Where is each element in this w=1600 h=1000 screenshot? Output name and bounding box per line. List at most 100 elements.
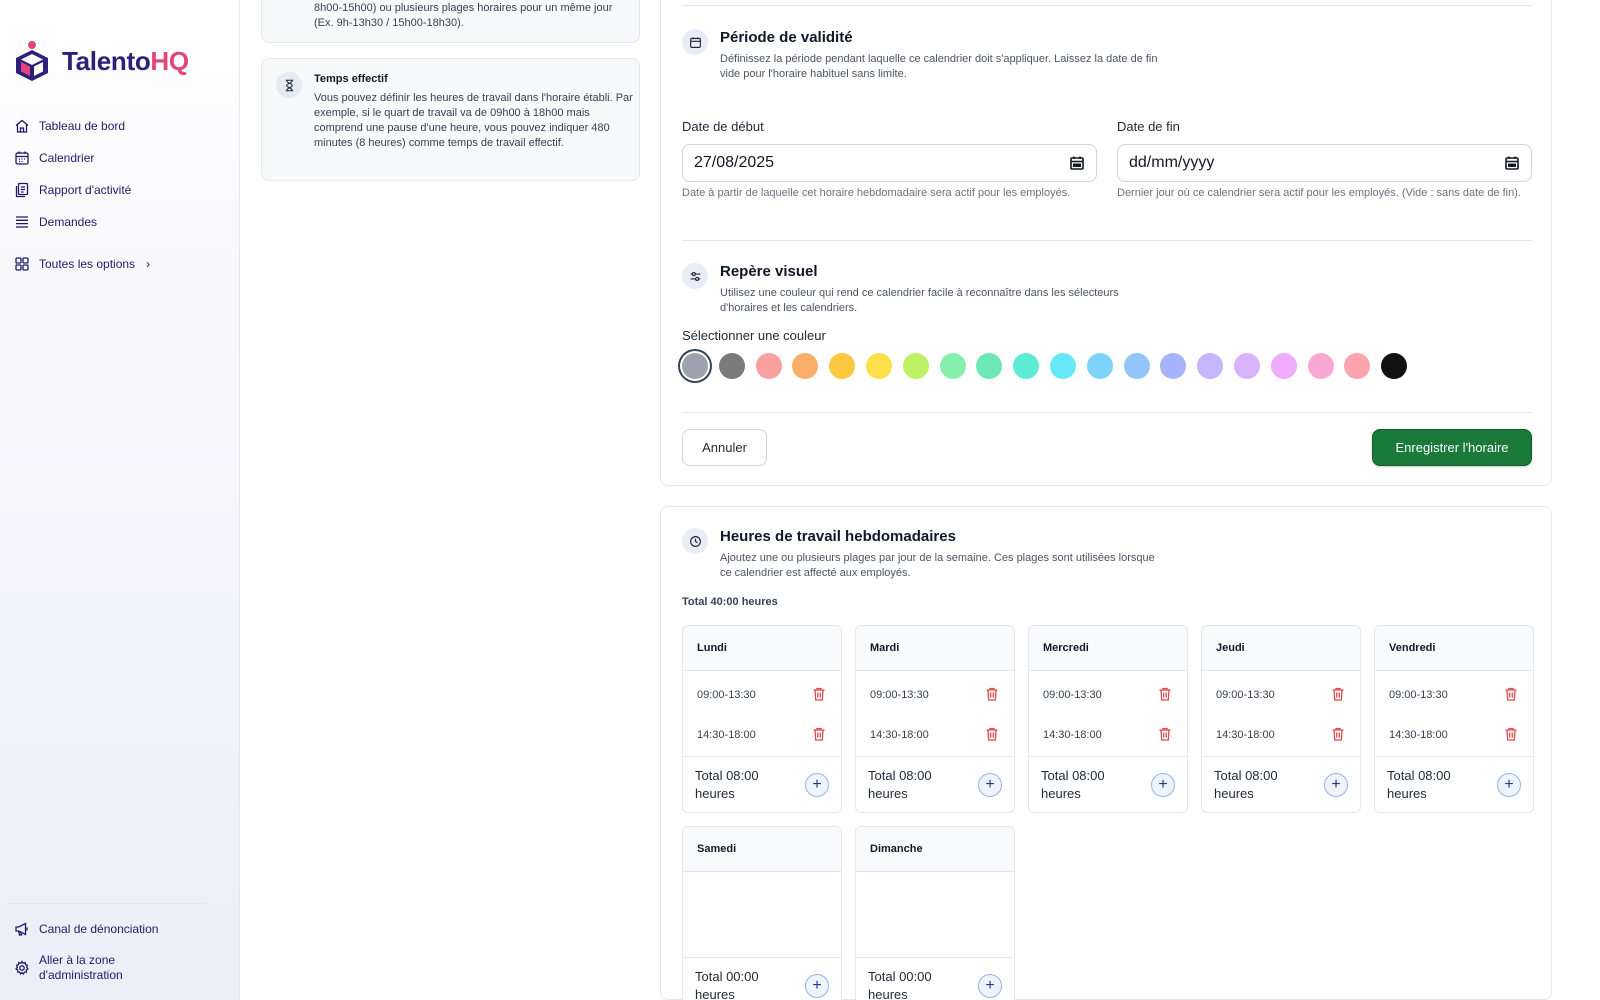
color-swatch[interactable] [792,353,819,379]
color-swatch[interactable] [1233,353,1260,379]
day-total: Total 08:00 heures [1041,768,1105,801]
color-swatch[interactable] [976,353,1003,379]
delete-slot-icon[interactable] [1330,726,1346,742]
day-footer: Total 08:00 heures + [1375,757,1533,812]
color-swatch[interactable] [1123,353,1150,379]
time-slot: 14:30-18:00 [1389,729,1448,741]
add-slot-button[interactable]: + [805,974,829,998]
save-schedule-button[interactable]: Enregistrer l'horaire [1372,429,1532,466]
calendar-icon [15,151,29,165]
add-slot-button[interactable]: + [1497,773,1521,797]
add-slot-button[interactable]: + [1324,773,1348,797]
delete-slot-icon[interactable] [811,686,827,702]
delete-slot-icon[interactable] [811,726,827,742]
color-swatch[interactable] [1197,353,1224,379]
day-slots: 09:00-13:30 14:30-18:00 [683,671,841,757]
info-title: Temps effectif [314,73,388,85]
end-date-input[interactable]: dd/mm/yyyy [1117,144,1532,182]
color-swatch[interactable] [1344,353,1371,379]
day-name: Jeudi [1202,626,1360,671]
color-swatch[interactable] [1160,353,1187,379]
section-divider [682,412,1532,413]
logo-cube-icon [16,41,48,81]
add-slot-button[interactable]: + [978,773,1002,797]
section-title-weekly: Heures de travail hebdomadaires [720,528,956,545]
brand-logo[interactable]: TalentoHQ [12,40,189,82]
color-swatch[interactable] [755,353,782,379]
day-name: Mardi [856,626,1014,671]
info-body: Vous pouvez définir les heures de travai… [314,92,633,149]
section-desc-validity: Définissez la période pendant laquelle c… [720,53,1158,80]
color-swatch[interactable] [718,353,745,379]
color-swatch[interactable] [682,353,708,379]
color-swatch[interactable] [1086,353,1113,379]
day-card-vendredi: Vendredi 09:00-13:30 14:30-18:00 Total 08:0… [1374,625,1534,813]
delete-slot-icon[interactable] [1157,686,1173,702]
sidebar-item-calendar[interactable]: Calendrier [14,142,224,174]
weekly-total: Total 40:00 heures [682,596,778,608]
add-slot-button[interactable]: + [1151,773,1175,797]
day-slots: 09:00-13:30 14:30-18:00 [1029,671,1187,757]
day-footer: Total 08:00 heures + [1029,757,1187,812]
sidebar-item-whistleblowing[interactable]: Canal de dénonciation [14,921,158,937]
add-slot-button[interactable]: + [805,773,829,797]
color-swatch[interactable] [902,353,929,379]
add-slot-button[interactable]: + [978,974,1002,998]
time-slot: 09:00-13:30 [870,689,929,701]
sidebar-item-dashboard[interactable]: Tableau de bord [14,110,224,142]
calendar-icon [682,29,708,55]
calendar-picker-icon[interactable] [1069,155,1085,171]
day-slots: 09:00-13:30 14:30-18:00 [1375,671,1533,757]
info-card-effective-time: Temps effectif Vous pouvez définir les h… [261,58,640,181]
color-swatch[interactable] [1049,353,1076,379]
time-slot: 09:00-13:30 [1389,689,1448,701]
day-footer: Total 00:00 heures + [683,958,841,1000]
section-desc-visual: Utilisez une couleur qui rend ce calendr… [720,287,1119,314]
delete-slot-icon[interactable] [984,686,1000,702]
day-total: Total 00:00 heures [868,969,932,1000]
sidebar-item-requests[interactable]: Demandes [14,206,224,238]
time-slot: 14:30-18:00 [870,729,929,741]
color-swatch[interactable] [1013,353,1040,379]
delete-slot-icon[interactable] [1330,686,1346,702]
time-slot: 09:00-13:30 [1043,689,1102,701]
time-slot: 14:30-18:00 [697,729,756,741]
day-card-mercredi: Mercredi 09:00-13:30 14:30-18:00 Total 08:0… [1028,625,1188,813]
home-icon [15,119,29,133]
start-date-value: 27/08/2025 [694,154,775,171]
color-swatch[interactable] [1381,353,1408,379]
time-slot: 14:30-18:00 [1216,729,1275,741]
sidebar-item-activity-report[interactable]: Rapport d'activité [14,174,224,206]
day-footer: Total 08:00 heures + [1202,757,1360,812]
calendar-picker-icon[interactable] [1504,155,1520,171]
brand-name: TalentoHQ [62,45,189,76]
day-name: Mercredi [1029,626,1187,671]
sidebar-item-admin-zone[interactable]: Aller à la zone d'administration [14,953,149,983]
sidebar-item-label: Calendrier [39,151,95,165]
clock-icon [682,528,708,554]
time-slot: 09:00-13:30 [1216,689,1275,701]
delete-slot-icon[interactable] [1157,726,1173,742]
sidebar-item-label: Toutes les options [39,257,136,271]
delete-slot-icon[interactable] [1503,726,1519,742]
sidebar-item-label: Aller à la zone d'administration [39,953,123,982]
grid-icon [15,257,29,271]
color-swatch[interactable] [829,353,856,379]
sidebar-item-all-options[interactable]: Toutes les options › [14,248,224,280]
color-swatch[interactable] [1307,353,1334,379]
sidebar-divider [8,903,206,904]
start-date-input[interactable]: 27/08/2025 [682,144,1097,182]
hourglass-icon [276,72,302,98]
cancel-button[interactable]: Annuler [682,429,767,466]
section-title-visual: Repère visuel [720,263,818,280]
color-swatches [682,353,1408,379]
start-date-label: Date de début [682,119,764,134]
section-divider [682,240,1532,241]
delete-slot-icon[interactable] [1503,686,1519,702]
color-swatch[interactable] [939,353,966,379]
color-swatch[interactable] [865,353,892,379]
color-swatch[interactable] [1270,353,1297,379]
weekly-hours-card: Heures de travail hebdomadaires Ajoutez … [660,506,1552,1000]
delete-slot-icon[interactable] [984,726,1000,742]
sidebar-item-label: Tableau de bord [39,119,126,133]
